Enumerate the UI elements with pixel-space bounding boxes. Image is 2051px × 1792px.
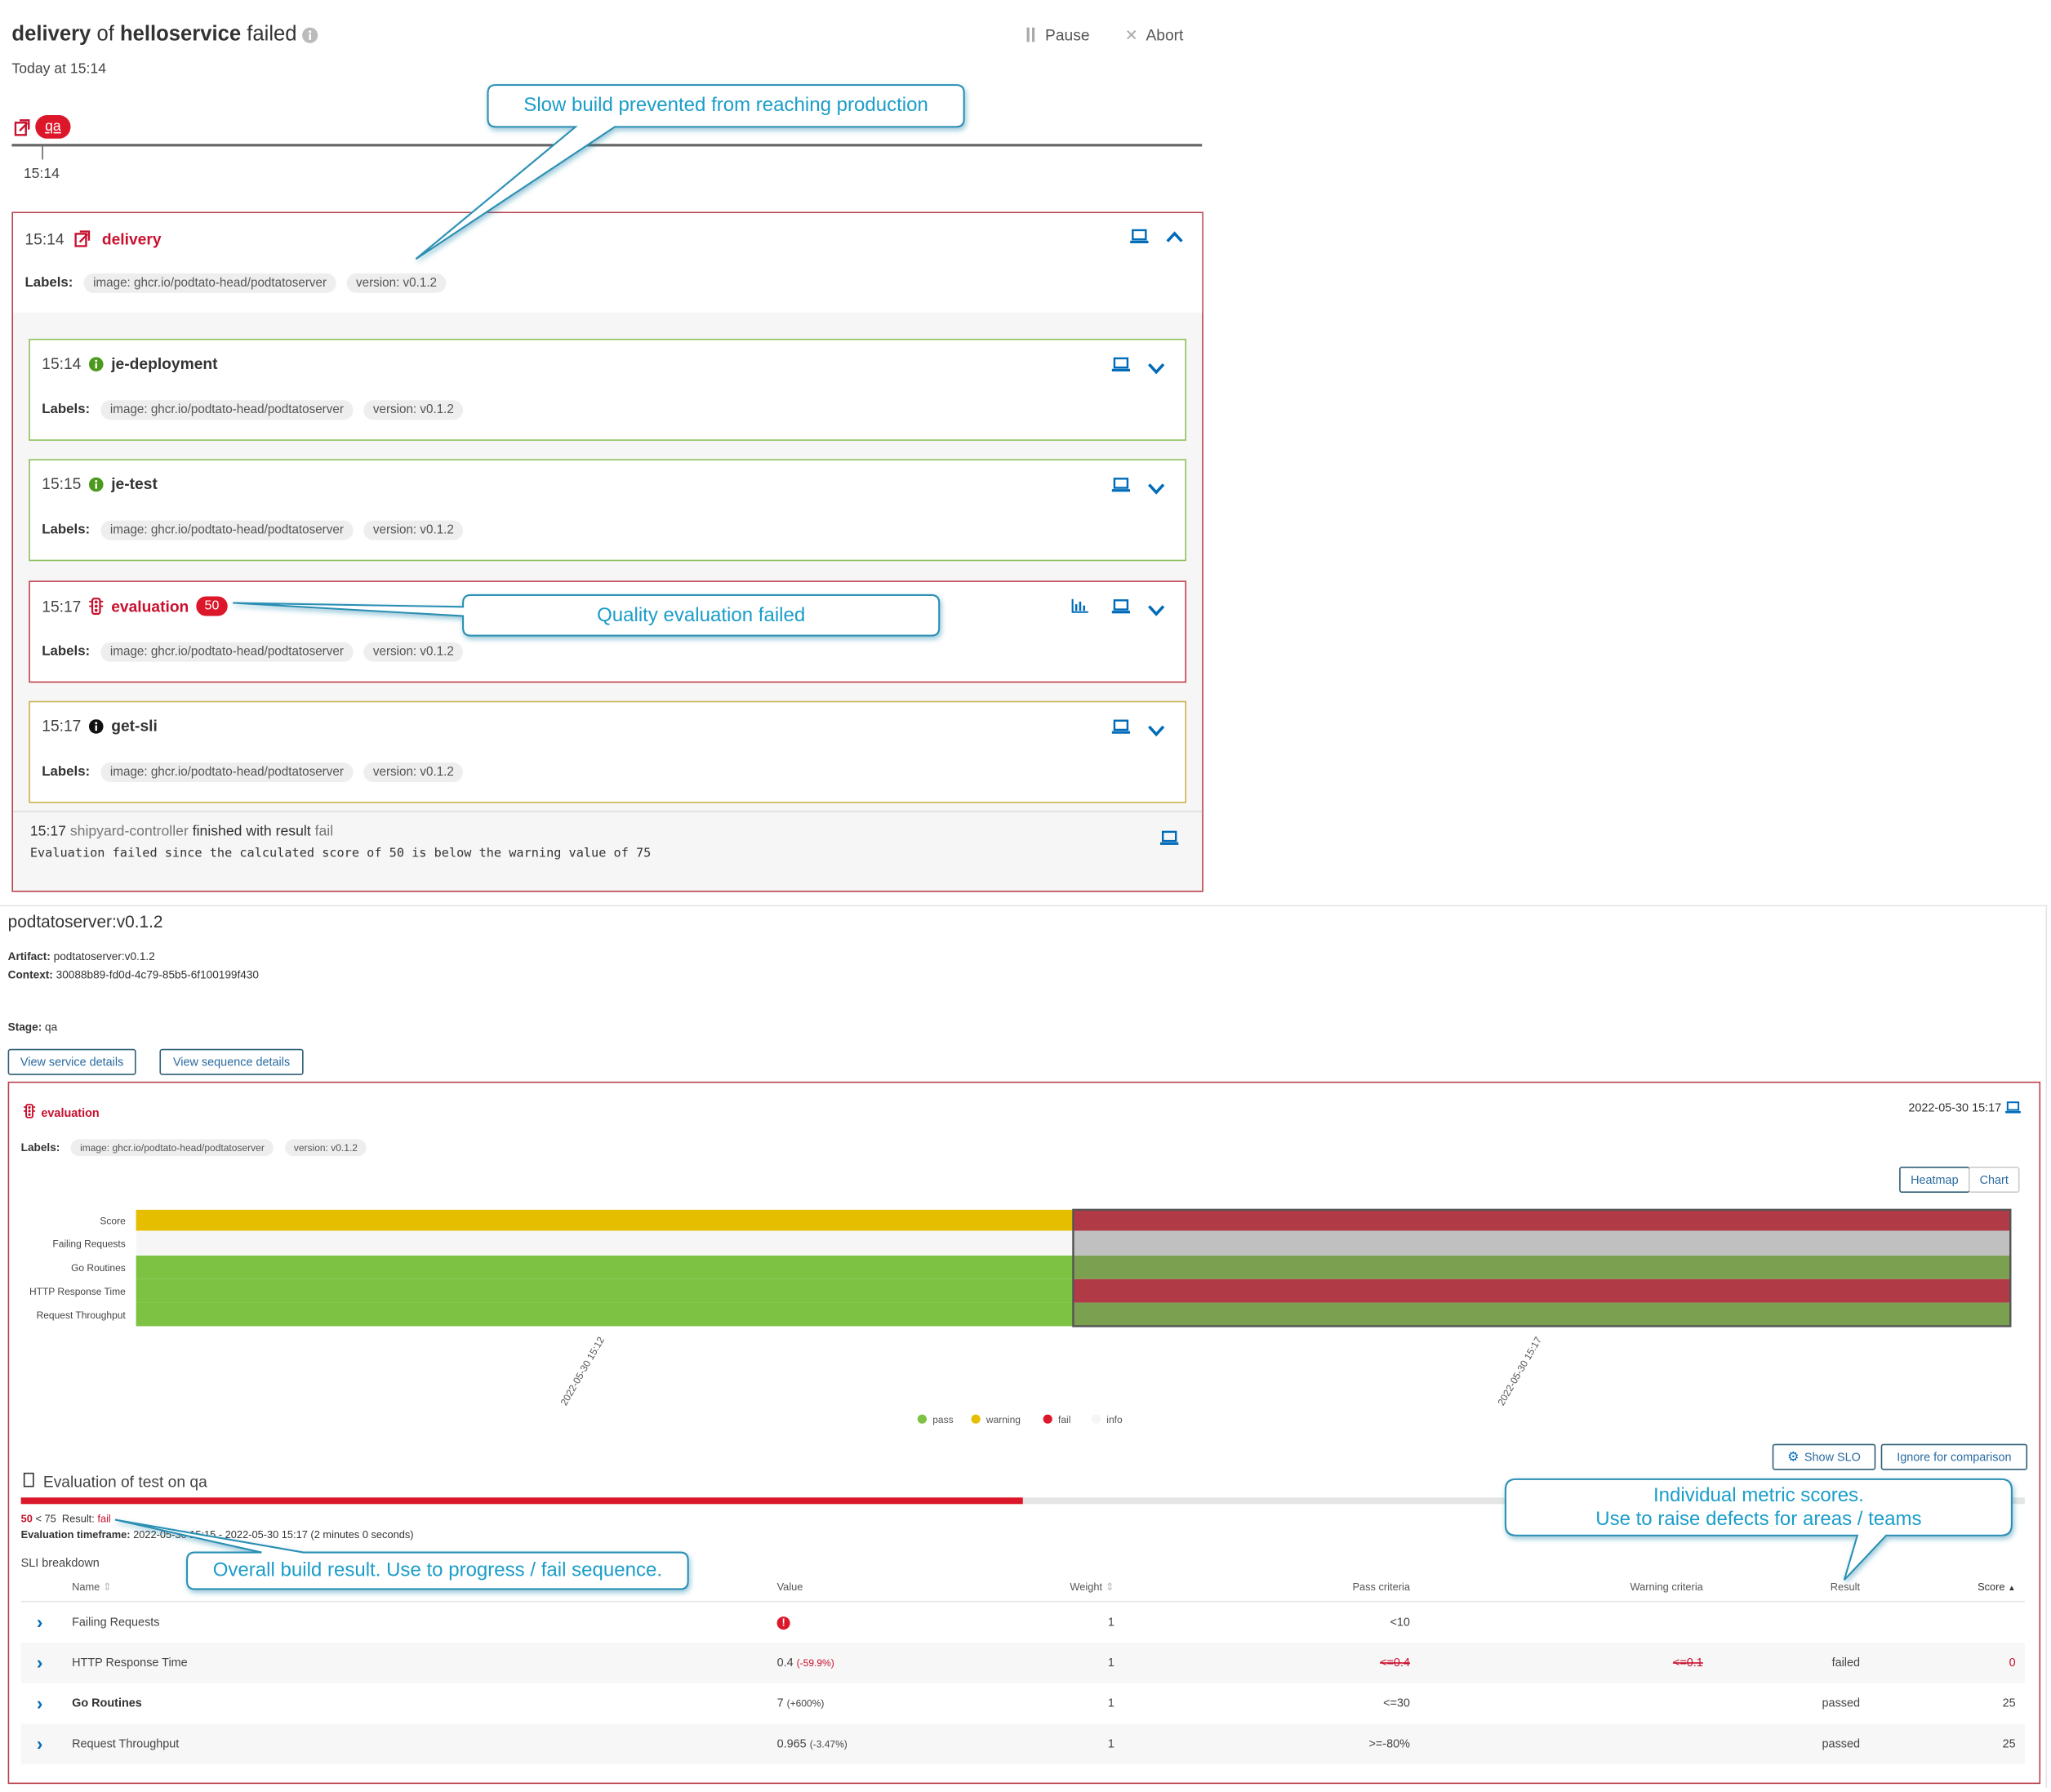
callout-overall: Overall build result. Use to progress / … — [212, 1559, 663, 1581]
callout-metric-scores: Individual metric scores. Use to raise d… — [1595, 1483, 1922, 1530]
callout-slow-build: Slow build prevented from reaching produ… — [523, 94, 928, 117]
callout-quality: Quality evaluation failed — [597, 603, 806, 626]
